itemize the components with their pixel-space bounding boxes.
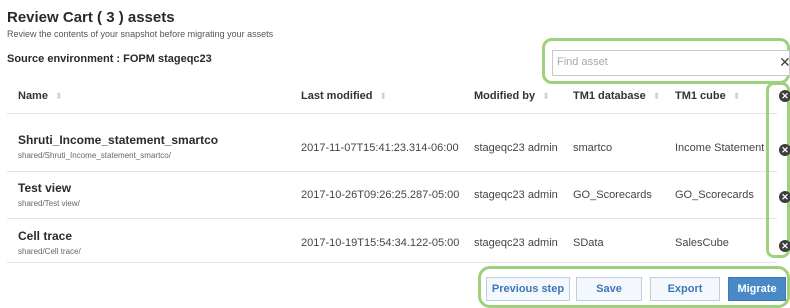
page-subtitle: Review the contents of your snapshot bef…	[7, 29, 274, 39]
tm1-cube-cell: Income Statement	[675, 142, 765, 154]
export-button[interactable]: Export	[650, 277, 720, 301]
column-header-label: TM1 database	[573, 90, 646, 102]
asset-path: shared/Test view/	[18, 199, 80, 208]
modified-by-cell: stageqc23 admin	[474, 237, 558, 249]
asset-name: Test view	[18, 181, 72, 195]
modified-by-cell: stageqc23 admin	[474, 142, 558, 154]
clear-search-icon[interactable]: ✕	[779, 54, 790, 71]
source-environment: Source environment : FOPM stageqc23	[7, 53, 212, 65]
sort-icon: ⬍	[732, 91, 741, 101]
asset-path: shared/Shruti_Income_statement_smartco/	[18, 151, 171, 160]
save-button[interactable]: Save	[576, 277, 642, 301]
column-header-modified-by[interactable]: Modified by ⬍	[474, 90, 550, 102]
column-header-label: TM1 cube	[675, 90, 726, 102]
asset-path: shared/Cell trace/	[18, 247, 81, 256]
tm1-database-cell: SData	[573, 237, 604, 249]
column-header-name[interactable]: Name ⬍	[18, 90, 63, 102]
column-header-tm1-database[interactable]: TM1 database ⬍	[573, 90, 660, 102]
modified-by-cell: stageqc23 admin	[474, 189, 558, 201]
search-box: ✕	[552, 50, 790, 76]
last-modified-cell: 2017-10-26T09:26:25.287-05:00	[301, 189, 460, 201]
page-title: Review Cart ( 3 ) assets	[7, 9, 175, 26]
row-divider	[7, 171, 777, 172]
table-header-divider	[7, 113, 777, 114]
remove-column-highlight	[766, 82, 790, 258]
tm1-database-cell: smartco	[573, 142, 613, 154]
sort-icon: ⬍	[542, 91, 550, 101]
column-header-last-modified[interactable]: Last modified ⬍	[301, 90, 387, 102]
sort-icon: ⬍	[379, 91, 388, 101]
sort-icon: ⬍	[54, 91, 63, 101]
search-input[interactable]	[557, 56, 757, 68]
remove-row-icon[interactable]: ✕	[779, 191, 790, 203]
row-divider	[7, 262, 777, 263]
remove-all-icon[interactable]: ✕	[779, 90, 790, 102]
last-modified-cell: 2017-11-07T15:41:23.314-06:00	[301, 142, 459, 154]
tm1-database-cell: GO_Scorecards	[573, 189, 652, 201]
sort-icon: ⬍	[652, 91, 661, 101]
tm1-cube-cell: GO_Scorecards	[675, 189, 754, 201]
tm1-cube-cell: SalesCube	[675, 237, 729, 249]
asset-name: Shruti_Income_statement_smartco	[18, 133, 219, 147]
column-header-label: Modified by	[474, 90, 536, 102]
row-divider	[7, 218, 777, 219]
column-header-label: Name	[18, 90, 48, 102]
remove-row-icon[interactable]: ✕	[779, 144, 790, 156]
previous-step-button[interactable]: Previous step	[486, 277, 570, 301]
column-header-label: Last modified	[301, 90, 373, 102]
remove-row-icon[interactable]: ✕	[779, 240, 790, 252]
last-modified-cell: 2017-10-19T15:54:34.122-05:00	[301, 237, 460, 249]
column-header-tm1-cube[interactable]: TM1 cube ⬍	[675, 90, 740, 102]
migrate-button[interactable]: Migrate	[728, 277, 786, 301]
asset-name: Cell trace	[18, 229, 73, 243]
